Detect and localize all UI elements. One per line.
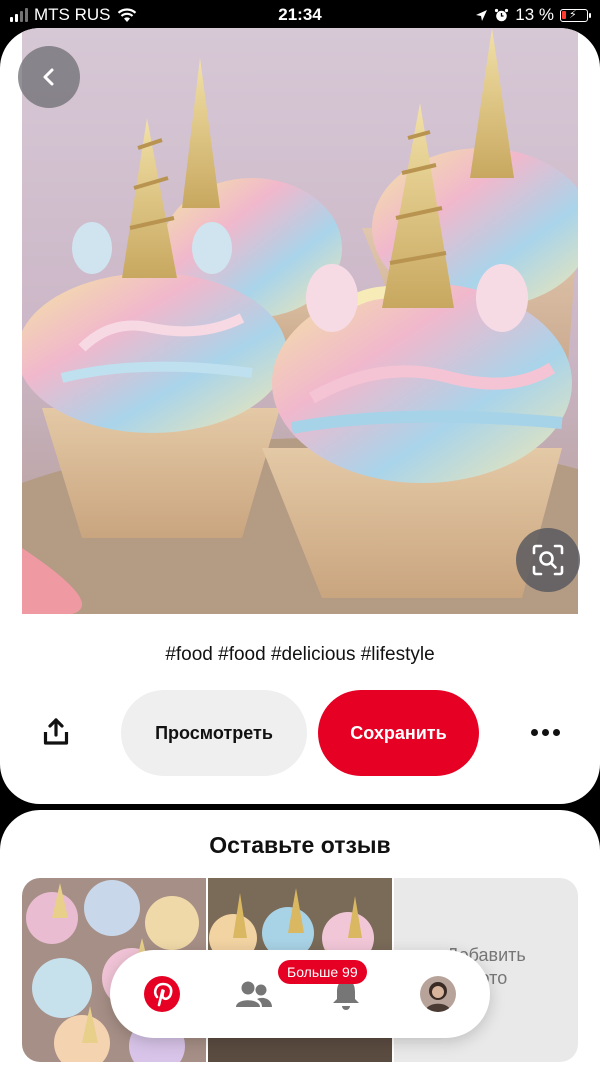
status-bar: MTS RUS 21:34 13 % ⚡ <box>0 0 600 30</box>
visit-button[interactable]: Просмотреть <box>121 690 307 776</box>
share-button[interactable] <box>36 712 76 752</box>
pin-hashtags[interactable]: #food #food #delicious #lifestyle <box>0 644 600 666</box>
nav-profile[interactable] <box>416 972 460 1016</box>
bottom-nav: Больше 99 <box>110 950 490 1038</box>
back-icon <box>43 68 54 86</box>
cupcakes-photo <box>22 28 578 614</box>
following-icon <box>236 981 272 1007</box>
battery-percent: 13 % <box>515 5 554 24</box>
location-arrow-icon <box>476 9 488 21</box>
more-icon <box>530 728 560 736</box>
nav-following[interactable] <box>232 972 276 1016</box>
pin-actions: Просмотреть Сохранить <box>0 688 600 776</box>
share-icon <box>43 718 69 745</box>
avatar <box>420 976 456 1012</box>
visual-search-icon <box>532 544 564 576</box>
battery-icon: ⚡ <box>560 8 591 22</box>
comments-title: Оставьте отзыв <box>209 832 391 858</box>
alarm-icon <box>495 8 509 21</box>
back-button[interactable] <box>18 46 80 108</box>
more-button[interactable] <box>522 712 568 752</box>
notification-badge: Больше 99 <box>278 960 367 984</box>
pin-card: #food #food #delicious #lifestyle Просмо… <box>0 28 600 804</box>
pin-image[interactable] <box>22 28 578 614</box>
visual-search-button[interactable] <box>516 528 580 592</box>
nav-home[interactable] <box>140 972 184 1016</box>
pinterest-home-icon <box>144 976 180 1012</box>
status-right: 13 % ⚡ <box>475 5 591 25</box>
save-button[interactable]: Сохранить <box>318 690 479 776</box>
